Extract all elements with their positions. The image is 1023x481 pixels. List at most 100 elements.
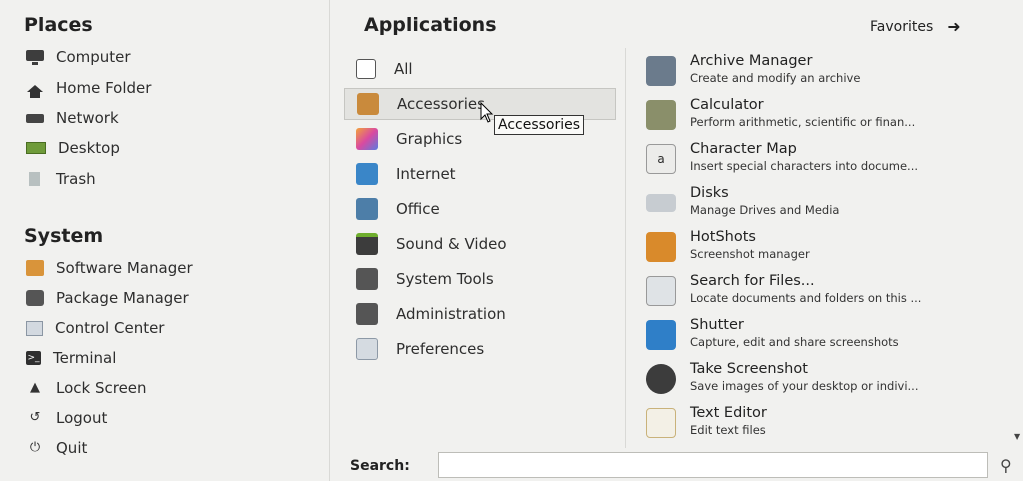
disks-icon <box>646 194 676 212</box>
category-office[interactable]: Office <box>344 193 616 225</box>
package-manager-icon <box>26 290 44 306</box>
system-software-manager[interactable]: Software Manager <box>26 256 193 280</box>
power-icon: ⏻ <box>29 440 41 455</box>
search-icon[interactable]: ⚲ <box>1000 456 1012 475</box>
text-editor-icon <box>646 408 676 438</box>
app-desc: Create and modify an archive <box>690 71 861 85</box>
calculator-icon <box>646 100 676 130</box>
category-tooltip: Accessories <box>494 115 585 135</box>
search-files-icon <box>646 276 676 306</box>
category-all[interactable]: All <box>344 53 616 85</box>
category-preferences[interactable]: Preferences <box>344 333 616 365</box>
app-desc: Insert special characters into docume... <box>690 159 919 173</box>
app-name: Search for Files... <box>690 273 815 289</box>
system-logout[interactable]: ↺ Logout <box>26 406 108 430</box>
system-label: Software Manager <box>56 259 193 277</box>
shutter-icon <box>646 320 676 350</box>
archive-manager-icon <box>646 56 676 86</box>
place-desktop[interactable]: Desktop <box>26 136 120 160</box>
lock-icon: ▲ <box>30 380 40 395</box>
system-label: Lock Screen <box>56 379 147 397</box>
control-center-icon <box>26 320 43 336</box>
place-computer[interactable]: Computer <box>26 45 131 69</box>
system-tools-icon <box>356 268 378 290</box>
administration-icon <box>356 303 378 325</box>
app-text-editor[interactable]: Text Editor Edit text files <box>646 404 1018 446</box>
applications-title: Applications <box>364 14 497 36</box>
place-label: Network <box>56 109 119 127</box>
favorites-label: Favorites <box>870 18 934 35</box>
system-title: System <box>24 225 104 247</box>
app-name: Text Editor <box>690 405 767 421</box>
home-folder-icon <box>27 84 43 98</box>
category-label: Office <box>396 200 440 218</box>
system-label: Terminal <box>53 349 117 367</box>
app-archive-manager[interactable]: Archive Manager Create and modify an arch… <box>646 52 1018 94</box>
app-disks[interactable]: Disks Manage Drives and Media <box>646 184 1018 226</box>
category-sound-video[interactable]: Sound & Video <box>344 228 616 260</box>
place-home-folder[interactable]: Home Folder <box>26 76 151 100</box>
category-label: All <box>394 60 413 78</box>
category-label: Preferences <box>396 340 485 358</box>
system-label: Package Manager <box>56 289 189 307</box>
sound-video-icon <box>356 233 378 255</box>
system-package-manager[interactable]: Package Manager <box>26 286 189 310</box>
app-name: Shutter <box>690 317 744 333</box>
place-label: Computer <box>56 48 131 66</box>
category-internet[interactable]: Internet <box>344 158 616 190</box>
app-take-screenshot[interactable]: Take Screenshot Save images of your deskt… <box>646 360 1018 402</box>
character-map-icon: a <box>646 144 676 174</box>
trash-icon <box>29 172 40 186</box>
place-trash[interactable]: Trash <box>26 167 96 191</box>
app-desc: Perform arithmetic, scientific or finan.… <box>690 115 916 129</box>
app-desc: Locate documents and folders on this ... <box>690 291 922 305</box>
app-desc: Save images of your desktop or indivi... <box>690 379 919 393</box>
place-label: Home Folder <box>56 79 152 97</box>
software-manager-icon <box>26 260 44 276</box>
app-character-map[interactable]: a Character Map Insert special characters… <box>646 140 1018 182</box>
category-label: Internet <box>396 165 456 183</box>
accessories-icon <box>357 93 379 115</box>
scroll-down-icon[interactable]: ▼ <box>1014 432 1023 446</box>
app-name: Take Screenshot <box>690 361 808 377</box>
category-administration[interactable]: Administration <box>344 298 616 330</box>
category-label: Sound & Video <box>396 235 507 253</box>
system-label: Logout <box>56 409 108 427</box>
app-hotshots[interactable]: HotShots Screenshot manager <box>646 228 1018 270</box>
places-title: Places <box>24 14 93 36</box>
internet-icon <box>356 163 378 185</box>
preferences-icon <box>356 338 378 360</box>
left-panel: Places Computer Home Folder Network Desk… <box>0 0 328 481</box>
system-label: Quit <box>56 439 88 457</box>
computer-icon <box>26 50 44 65</box>
system-control-center[interactable]: Control Center <box>26 316 164 340</box>
column-divider <box>329 0 330 481</box>
place-label: Desktop <box>58 139 120 157</box>
category-label: Administration <box>396 305 506 323</box>
system-lock-screen[interactable]: ▲ Lock Screen <box>26 376 147 400</box>
terminal-icon: >_ <box>26 351 41 365</box>
search-label: Search: <box>350 458 410 474</box>
search-input[interactable] <box>438 452 988 478</box>
place-network[interactable]: Network <box>26 106 119 130</box>
favorites-button[interactable]: Favorites ➜ <box>870 17 961 36</box>
category-system-tools[interactable]: System Tools <box>344 263 616 295</box>
arrow-right-icon: ➜ <box>947 17 961 36</box>
app-shutter[interactable]: Shutter Capture, edit and share screensho… <box>646 316 1018 358</box>
place-label: Trash <box>56 170 96 188</box>
office-icon <box>356 198 378 220</box>
logout-icon: ↺ <box>29 410 41 425</box>
app-desc: Edit text files <box>690 423 766 437</box>
graphics-icon <box>356 128 378 150</box>
category-label: System Tools <box>396 270 494 288</box>
app-name: Archive Manager <box>690 53 813 69</box>
app-desc: Manage Drives and Media <box>690 203 840 217</box>
system-quit[interactable]: ⏻ Quit <box>26 436 88 460</box>
app-search-for-files[interactable]: Search for Files... Locate documents and … <box>646 272 1018 314</box>
app-calculator[interactable]: Calculator Perform arithmetic, scientific… <box>646 96 1018 138</box>
apps-divider <box>625 48 626 448</box>
system-label: Control Center <box>55 319 165 337</box>
all-icon <box>356 59 376 79</box>
app-desc: Screenshot manager <box>690 247 810 261</box>
system-terminal[interactable]: >_ Terminal <box>26 346 116 370</box>
